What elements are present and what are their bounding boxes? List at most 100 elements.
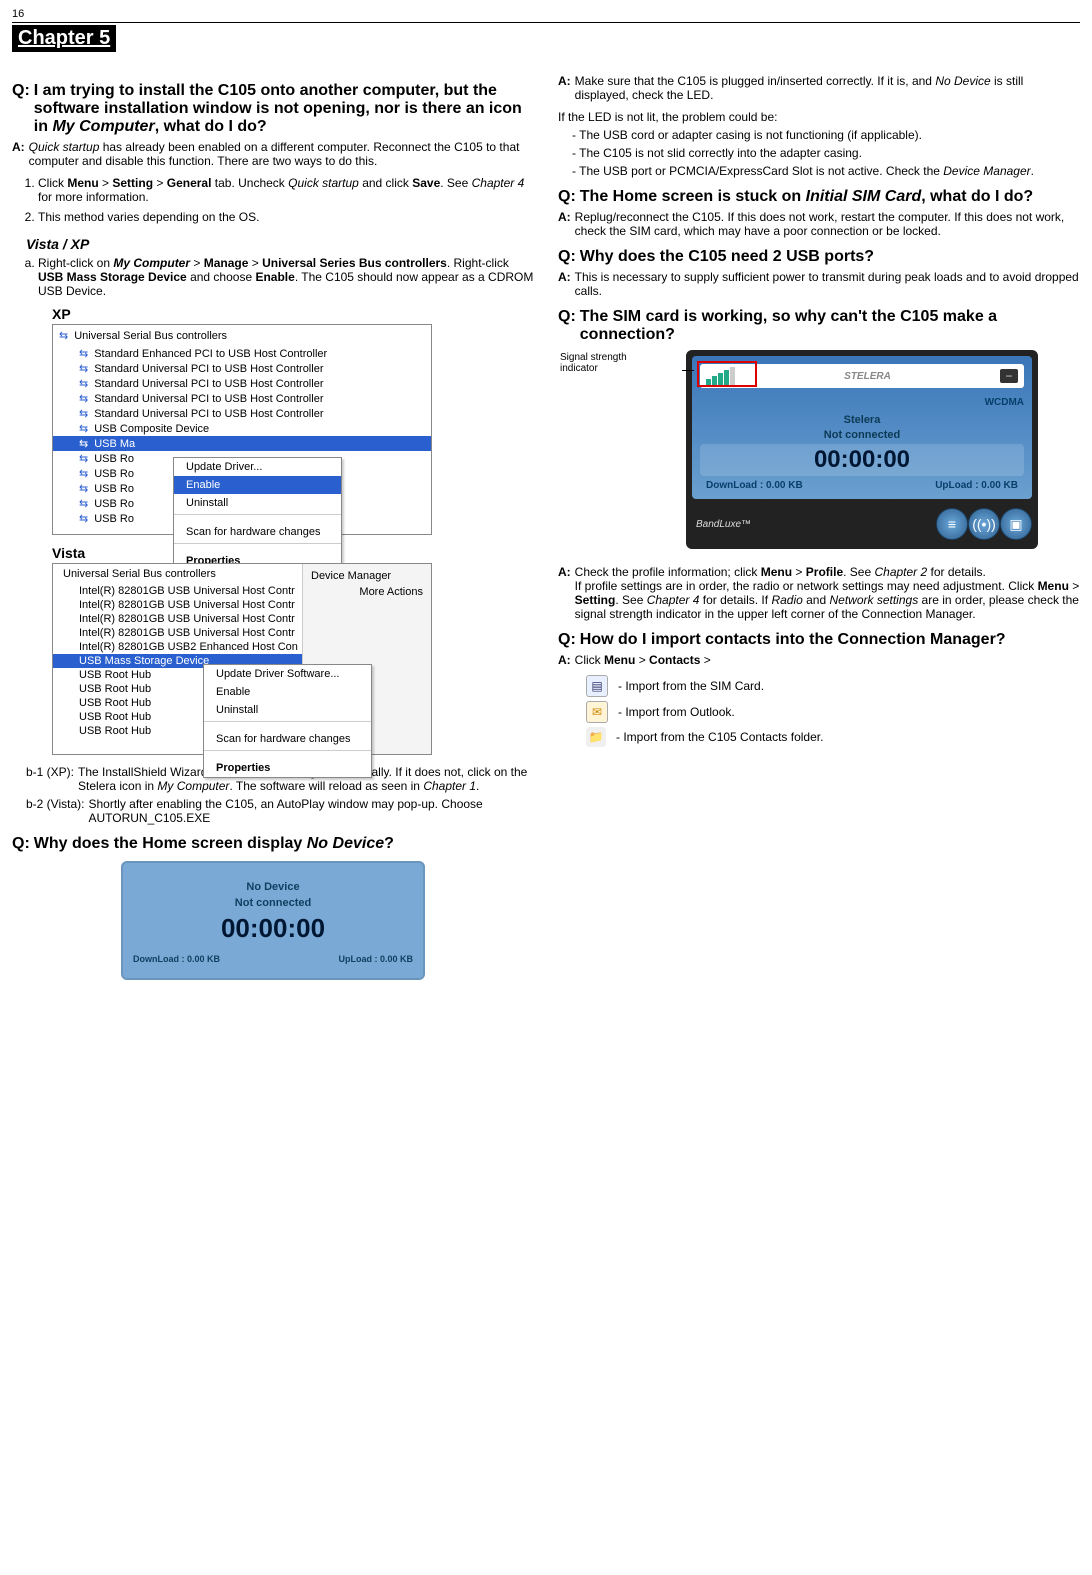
xp-item: ⇆ Standard Universal PCI to USB Host Cont…: [53, 391, 431, 406]
q4-text: Why does the C105 need 2 USB ports?: [580, 248, 1080, 266]
v-r4: USB Root Hub: [79, 725, 151, 737]
a5-p2c: for details. If: [699, 593, 771, 607]
page-number: 16: [12, 8, 1080, 20]
chapter-title: Chapter 5: [12, 25, 116, 52]
s1-c: and click: [359, 176, 412, 190]
usb-icon: ⇆: [79, 377, 88, 390]
sa-manage: Manage: [204, 256, 249, 270]
v-i0: Intel(R) 82801GB USB Universal Host Cont…: [79, 585, 295, 597]
callout-line: [682, 370, 694, 371]
outlook-icon: ✉: [586, 701, 608, 723]
menu-scan[interactable]: Scan for hardware changes: [174, 523, 341, 541]
cm-network-type: WCDMA: [985, 397, 1024, 408]
cm-connect-button[interactable]: ((•)): [968, 508, 1000, 540]
a3-text: Replug/reconnect the C105. If this does …: [575, 210, 1080, 238]
s1-setting: Setting: [112, 176, 153, 190]
stelera-logo: STELERA: [844, 371, 891, 382]
sa-gt2: >: [248, 256, 262, 270]
s1-ch4: Chapter 4: [472, 176, 525, 190]
xp-r3: USB Ro: [94, 498, 134, 510]
home-timer: 00:00:00: [133, 913, 413, 944]
cm-topbar: STELERA −: [700, 364, 1024, 388]
a5-radio: Radio: [771, 593, 802, 607]
cause-1: The USB cord or adapter casing is not fu…: [572, 128, 1080, 142]
a5-p2a: If profile settings are in order, the ra…: [575, 579, 1038, 593]
menu-uninstall[interactable]: Uninstall: [174, 494, 341, 512]
xp-r4: USB Ro: [94, 513, 134, 525]
menu-update-driver-sw[interactable]: Update Driver Software...: [204, 665, 371, 683]
sa-3: and choose: [187, 270, 256, 284]
a3: A: Replug/reconnect the C105. If this do…: [558, 210, 1080, 238]
vista-header-text: Universal Serial Bus controllers: [63, 568, 216, 580]
menu-uninstall[interactable]: Uninstall: [204, 701, 371, 719]
menu-separator: [204, 721, 371, 728]
cm-download: DownLoad : 0.00 KB: [706, 480, 803, 491]
folder-icon: 📁: [586, 727, 606, 747]
q2: Q: Why does the Home screen display No D…: [12, 835, 534, 853]
cm-menu-button[interactable]: ≡: [936, 508, 968, 540]
a1-quick-startup: Quick startup: [29, 140, 100, 154]
a-label: A:: [558, 565, 571, 621]
import-sim: ▤ - Import from the SIM Card.: [586, 675, 1080, 697]
home-no-device: No Device: [133, 881, 413, 893]
a6: A: Click Menu > Contacts >: [558, 653, 1080, 667]
xp-r2: USB Ro: [94, 483, 134, 495]
sa-enable: Enable: [255, 270, 294, 284]
a1: A: Quick startup has already been enable…: [12, 140, 534, 168]
d3b: Device Manager: [943, 164, 1030, 178]
menu-scan[interactable]: Scan for hardware changes: [204, 730, 371, 748]
a-label: A:: [558, 210, 571, 238]
xp-screenshot-wrap: ⇆Universal Serial Bus controllers ⇆Stand…: [12, 324, 534, 535]
a5-p1a: Check the profile information; click: [575, 565, 761, 579]
a1-rest: has already been enabled on a different …: [29, 140, 520, 168]
vista-context-menu[interactable]: Update Driver Software... Enable Uninsta…: [203, 664, 372, 778]
a-top: A: Make sure that the C105 is plugged in…: [558, 74, 1080, 102]
home-download: DownLoad : 0.00 KB: [133, 954, 220, 964]
home-screen-graphic: No Device Not connected 00:00:00 DownLoa…: [121, 861, 425, 980]
xp-label: XP: [52, 306, 534, 322]
a6-t1: Click: [575, 653, 604, 667]
a-label: A:: [558, 74, 571, 102]
cm-settings-button[interactable]: ▣: [1000, 508, 1032, 540]
s1-gt2: >: [153, 176, 167, 190]
cm-bottombar: BandLuxe™ ≡ ((•)) ▣: [692, 505, 1032, 543]
xp-i3: Standard Universal PCI to USB Host Contr…: [94, 393, 323, 405]
s1-a: Click: [38, 176, 67, 190]
cause-2: The C105 is not slid correctly into the …: [572, 146, 1080, 160]
led-causes: The USB cord or adapter casing is not fu…: [572, 128, 1080, 178]
xp-header-text: Universal Serial Bus controllers: [74, 330, 227, 342]
q-label: Q:: [12, 82, 30, 136]
v-i3: Intel(R) 82801GB USB Universal Host Cont…: [79, 627, 295, 639]
cm-operator: Stelera: [700, 414, 1024, 426]
vista-xp-heading: Vista / XP: [26, 236, 534, 252]
usb-icon: ⇆: [79, 467, 88, 480]
a4-text: This is necessary to supply sufficient p…: [575, 270, 1080, 298]
q3-t2: , what do I do?: [921, 188, 1033, 205]
usb-icon: ⇆: [79, 362, 88, 375]
q3-sim: Initial SIM Card: [806, 188, 922, 205]
xp-context-menu[interactable]: Update Driver... Enable Uninstall Scan f…: [173, 457, 342, 571]
import-sim-text: - Import from the SIM Card.: [618, 679, 764, 693]
minimize-icon[interactable]: −: [1000, 369, 1018, 383]
xp-item: ⇆Standard Enhanced PCI to USB Host Contr…: [53, 346, 431, 361]
xp-i0: Standard Enhanced PCI to USB Host Contro…: [94, 348, 327, 360]
sim-card-icon: ▤: [586, 675, 608, 697]
menu-properties[interactable]: Properties: [204, 759, 371, 777]
a6-menu: Menu: [604, 653, 635, 667]
xp-i1: Standard Universal PCI to USB Host Contr…: [94, 363, 323, 375]
menu-update-driver[interactable]: Update Driver...: [174, 458, 341, 476]
connection-manager-wrap: Signal strength indicator STELERA − WCDM…: [644, 350, 1080, 549]
d3c: .: [1031, 164, 1034, 178]
q4: Q: Why does the C105 need 2 USB ports?: [558, 248, 1080, 266]
q2-t1: Why does the Home screen display: [34, 835, 307, 852]
a5-menu2: Menu: [1038, 579, 1069, 593]
usb-icon: ⇆: [79, 392, 88, 405]
b1-mc: My Computer: [157, 779, 229, 793]
vista-screenshot: Universal Serial Bus controllers Intel(R…: [52, 563, 432, 755]
xp-selected[interactable]: ⇆USB Ma: [53, 436, 431, 451]
menu-enable[interactable]: Enable: [204, 683, 371, 701]
vista-more-actions[interactable]: More Actions: [307, 584, 427, 600]
menu-enable[interactable]: Enable: [174, 476, 341, 494]
import-folder-text: - Import from the C105 Contacts folder.: [616, 730, 823, 744]
xp-item: ⇆Standard Universal PCI to USB Host Cont…: [53, 376, 431, 391]
